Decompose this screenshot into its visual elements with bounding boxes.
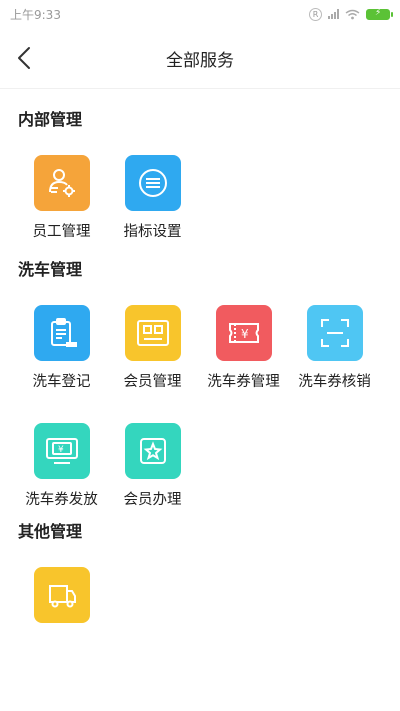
service-label: 洗车登记	[32, 374, 91, 390]
svg-text:¥: ¥	[58, 445, 64, 455]
section-grid-other	[0, 543, 400, 661]
service-label: 洗车券核销	[298, 374, 371, 390]
status-time: 上午9:33	[10, 7, 61, 22]
service-label: 会员管理	[123, 374, 182, 390]
section-grid-internal: 员工管理 指标设置	[0, 131, 400, 249]
list-circle-icon	[124, 155, 181, 211]
service-label: 洗车券管理	[207, 374, 280, 390]
clipboard-car-icon	[33, 305, 90, 361]
truck-icon	[33, 567, 90, 623]
nav-bar: 全部服务	[0, 28, 400, 89]
service-indicator-settings[interactable]: 指标设置	[107, 131, 198, 249]
status-icons: R ⚡	[309, 7, 393, 21]
battery-icon: ⚡	[366, 8, 393, 20]
signal-icon	[328, 9, 339, 19]
member-card-icon	[124, 305, 181, 361]
service-member-enroll[interactable]: 会员办理	[107, 399, 198, 517]
page-title: 全部服务	[166, 50, 234, 71]
section-title-other: 其他管理	[18, 522, 83, 541]
chevron-left-icon[interactable]	[12, 42, 40, 74]
star-badge-icon	[124, 423, 181, 479]
section-grid-carwash: 洗车登记 会员管理 ¥ 洗车券管理 洗车券核销 ¥ 洗车券发放 会员办理	[0, 281, 400, 517]
scan-frame-icon	[306, 305, 363, 361]
service-carwash-register[interactable]: 洗车登记	[16, 281, 107, 399]
service-label: 洗车券发放	[25, 492, 98, 508]
service-coupon-management[interactable]: ¥ 洗车券管理	[198, 281, 289, 399]
service-employee-management[interactable]: 员工管理	[16, 131, 107, 249]
r-badge-icon: R	[309, 7, 322, 21]
coupon-yen-icon: ¥	[215, 305, 272, 361]
monitor-yen-icon: ¥	[33, 423, 90, 479]
employee-gear-icon	[33, 155, 90, 211]
service-coupon-redeem[interactable]: 洗车券核销	[289, 281, 380, 399]
status-bar: 上午9:33 R ⚡	[0, 0, 400, 28]
wifi-icon	[345, 9, 360, 19]
service-label: 指标设置	[123, 224, 182, 240]
section-title-carwash: 洗车管理	[18, 260, 83, 279]
service-coupon-issue[interactable]: ¥ 洗车券发放	[16, 399, 107, 517]
service-label: 员工管理	[32, 224, 91, 240]
service-label: 会员办理	[123, 492, 182, 508]
svg-text:¥: ¥	[241, 327, 249, 341]
service-member-management[interactable]: 会员管理	[107, 281, 198, 399]
service-vehicle[interactable]	[16, 543, 107, 661]
section-title-internal: 内部管理	[18, 110, 83, 129]
